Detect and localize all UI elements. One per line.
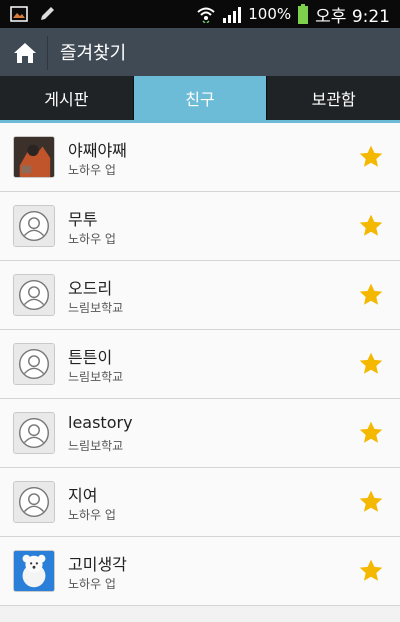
clock-time: 오후 9:21 (315, 6, 390, 27)
friend-name: 고미생각 (68, 555, 127, 574)
star-icon[interactable] (358, 489, 384, 515)
friend-group: 느림보학교 (68, 301, 124, 315)
friend-name: leastory (68, 413, 133, 432)
tab-friends-label: 친구 (185, 90, 215, 109)
friend-group: 느림보학교 (68, 439, 124, 453)
app-bar: 즐겨찾기 (0, 28, 400, 76)
appbar-divider (47, 36, 48, 70)
picture-icon (10, 6, 28, 22)
friend-name: 무투 (68, 210, 98, 229)
star-icon[interactable] (358, 144, 384, 170)
friend-group: 노하우 업 (68, 577, 116, 591)
tab-board-label: 게시판 (44, 90, 89, 109)
signal-icon (223, 7, 242, 23)
friend-group: 노하우 업 (68, 232, 116, 246)
bear-avatar (13, 550, 55, 592)
friend-list: 야째야째 노하우 업 무투 노하우 업 오드리 느림보학교 튼튼이 느림보학교 … (0, 123, 400, 606)
star-icon[interactable] (358, 420, 384, 446)
friend-name: 지여 (68, 486, 98, 505)
tab-friends[interactable]: 친구 (133, 76, 268, 120)
list-item[interactable]: leastory 느림보학교 (0, 399, 400, 468)
friend-name: 야째야째 (68, 141, 127, 160)
list-item[interactable]: 튼튼이 느림보학교 (0, 330, 400, 399)
tab-storage-label: 보관함 (311, 90, 356, 109)
tab-bar: 게시판 친구 보관함 (0, 76, 400, 120)
list-item[interactable]: 고미생각 노하우 업 (0, 537, 400, 606)
star-icon[interactable] (358, 282, 384, 308)
friend-name: 오드리 (68, 279, 113, 298)
star-icon[interactable] (358, 351, 384, 377)
tab-storage[interactable]: 보관함 (267, 76, 400, 120)
list-item[interactable]: 무투 노하우 업 (0, 192, 400, 261)
list-item[interactable]: 오드리 느림보학교 (0, 261, 400, 330)
photo-avatar (13, 136, 55, 178)
default-avatar (13, 412, 55, 454)
friend-group: 노하우 업 (68, 508, 116, 522)
friend-group: 노하우 업 (68, 163, 116, 177)
friend-name: 튼튼이 (68, 348, 113, 367)
status-bar: 100% 오후 9:21 (0, 0, 400, 28)
list-item[interactable]: 지여 노하우 업 (0, 468, 400, 537)
battery-icon (298, 4, 309, 24)
star-icon[interactable] (358, 558, 384, 584)
list-item[interactable]: 야째야째 노하우 업 (0, 123, 400, 192)
default-avatar (13, 205, 55, 247)
battery-percent: 100% (248, 5, 292, 23)
tab-board[interactable]: 게시판 (0, 76, 134, 120)
page-title: 즐겨찾기 (60, 43, 127, 64)
wifi-icon (197, 7, 215, 23)
star-icon[interactable] (358, 213, 384, 239)
friend-group: 느림보학교 (68, 370, 124, 384)
pencil-icon (41, 7, 54, 20)
default-avatar (13, 481, 55, 523)
home-icon[interactable] (12, 40, 38, 66)
default-avatar (13, 274, 55, 316)
default-avatar (13, 343, 55, 385)
